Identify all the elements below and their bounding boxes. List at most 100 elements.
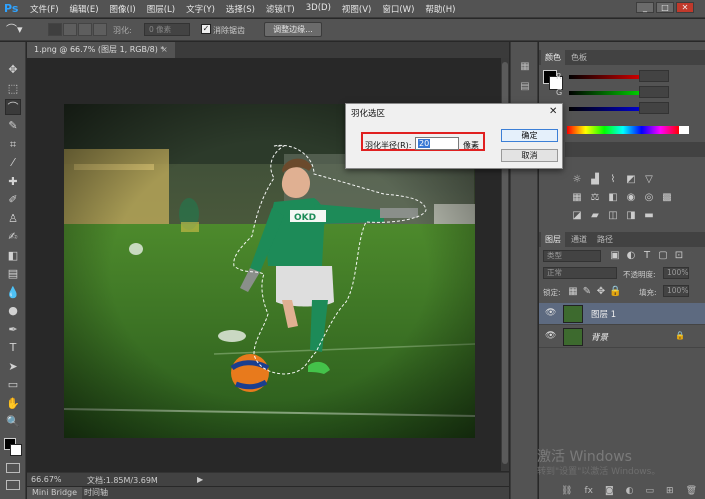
lock-transparency-icon[interactable]: ▦ — [567, 286, 579, 298]
brush-tool-icon[interactable]: ✐ — [5, 192, 21, 208]
red-value-field[interactable] — [639, 70, 669, 82]
close-window-button[interactable]: ✕ — [676, 2, 694, 13]
zoom-level[interactable]: 66.67% — [31, 475, 62, 484]
selective-color-icon[interactable]: ◨ — [625, 210, 637, 222]
color-balance-icon[interactable]: ⚖ — [589, 192, 601, 204]
filter-smart-icon[interactable]: ⊡ — [673, 250, 685, 262]
antialias-checkbox[interactable]: ✓ — [201, 24, 211, 34]
fill-field[interactable]: 100% — [663, 285, 689, 297]
refine-edge-button[interactable]: 调整边缘... — [264, 22, 322, 37]
menu-image[interactable]: 图像(I) — [110, 3, 136, 15]
hue-saturation-icon[interactable]: ▦ — [571, 192, 583, 204]
layer-row-layer1[interactable]: 👁 图层 1 — [539, 303, 705, 325]
pen-tool-icon[interactable]: ✒ — [5, 322, 21, 338]
filter-adjust-icon[interactable]: ◐ — [625, 250, 637, 262]
document-tab[interactable]: 1.png @ 66.7% (图层 1, RGB/8) * — [27, 42, 175, 58]
layer-kind-filter[interactable]: 类型 — [543, 250, 601, 262]
link-layers-icon[interactable]: ⛓ — [561, 486, 572, 496]
menu-3d[interactable]: 3D(D) — [306, 3, 331, 15]
invert-icon[interactable]: ◪ — [571, 210, 583, 222]
lock-all-icon[interactable]: 🔒 — [609, 286, 621, 298]
red-slider[interactable]: R — [556, 70, 669, 82]
tab-close-icon[interactable]: × — [161, 42, 168, 58]
eraser-tool-icon[interactable]: ◧ — [5, 248, 21, 264]
lasso-tool-icon[interactable]: ⌒ — [5, 99, 21, 115]
menu-select[interactable]: 选择(S) — [226, 3, 255, 15]
visibility-eye-icon[interactable]: 👁 — [545, 308, 556, 318]
subtract-selection-button[interactable] — [78, 23, 92, 36]
menu-edit[interactable]: 编辑(E) — [70, 3, 99, 15]
menu-file[interactable]: 文件(F) — [30, 3, 59, 15]
threshold-icon[interactable]: ◫ — [607, 210, 619, 222]
menu-help[interactable]: 帮助(H) — [425, 3, 455, 15]
tab-timeline[interactable]: 时间轴 — [79, 487, 113, 499]
ok-button[interactable]: 确定 — [501, 129, 558, 142]
intersect-selection-button[interactable] — [93, 23, 107, 36]
filter-shape-icon[interactable]: ▢ — [657, 250, 669, 262]
move-tool-icon[interactable]: ✥ — [5, 62, 21, 78]
layer-style-icon[interactable]: fx — [584, 486, 593, 496]
tab-color[interactable]: 颜色 — [541, 50, 565, 65]
channel-mixer-icon[interactable]: ◎ — [643, 192, 655, 204]
lock-pixels-icon[interactable]: ✎ — [581, 286, 593, 298]
blue-slider[interactable]: B — [556, 102, 669, 114]
type-tool-icon[interactable]: T — [5, 340, 21, 356]
blur-tool-icon[interactable]: 💧 — [5, 285, 21, 301]
menu-window[interactable]: 窗口(W) — [382, 3, 414, 15]
path-select-tool-icon[interactable]: ➤ — [5, 359, 21, 375]
new-adjustment-icon[interactable]: ◐ — [626, 486, 634, 496]
delete-layer-icon[interactable]: 🗑 — [686, 486, 697, 496]
blend-mode-select[interactable]: 正常 — [543, 267, 617, 279]
green-slider[interactable]: G — [556, 86, 669, 98]
new-layer-icon[interactable]: ⊞ — [666, 486, 674, 496]
dialog-close-icon[interactable]: ✕ — [549, 106, 557, 117]
cancel-button[interactable]: 取消 — [501, 149, 558, 162]
menu-layer[interactable]: 图层(L) — [147, 3, 175, 15]
lock-position-icon[interactable]: ✥ — [595, 286, 607, 298]
properties-panel-icon[interactable]: ▤ — [518, 80, 532, 94]
green-value-field[interactable] — [639, 86, 669, 98]
menu-filter[interactable]: 滤镜(T) — [266, 3, 295, 15]
menu-type[interactable]: 文字(Y) — [186, 3, 215, 15]
history-brush-icon[interactable]: ✍ — [5, 229, 21, 245]
opacity-field[interactable]: 100% — [663, 267, 689, 279]
color-lookup-icon[interactable]: ▩ — [661, 192, 673, 204]
vibrance-icon[interactable]: ▽ — [643, 174, 655, 186]
screen-mode-icon[interactable] — [6, 480, 20, 490]
photo-filter-icon[interactable]: ◉ — [625, 192, 637, 204]
tab-layers[interactable]: 图层 — [541, 232, 565, 247]
crop-tool-icon[interactable]: ⌗ — [5, 137, 21, 153]
marquee-tool-icon[interactable]: ⬚ — [5, 81, 21, 97]
color-spectrum[interactable] — [567, 126, 679, 134]
lasso-preset-icon[interactable]: ⌒▾ — [6, 22, 30, 37]
visibility-eye-icon[interactable]: 👁 — [545, 331, 556, 341]
levels-icon[interactable]: ▟ — [589, 174, 601, 186]
feather-radius-input[interactable]: 20 — [415, 137, 459, 150]
feather-input[interactable]: 0 像素 — [144, 23, 190, 36]
tab-paths[interactable]: 路径 — [593, 232, 617, 247]
new-selection-button[interactable] — [48, 23, 62, 36]
menu-view[interactable]: 视图(V) — [342, 3, 371, 15]
tab-channels[interactable]: 通道 — [567, 232, 591, 247]
dodge-tool-icon[interactable]: ● — [5, 303, 21, 319]
zoom-tool-icon[interactable]: 🔍 — [5, 414, 21, 430]
tab-mini-bridge[interactable]: Mini Bridge — [27, 487, 83, 499]
healing-tool-icon[interactable]: ✚ — [5, 174, 21, 190]
quick-mask-icon[interactable] — [6, 463, 20, 473]
quick-select-tool-icon[interactable]: ✎ — [5, 118, 21, 134]
layer-row-background[interactable]: 👁 背景 🔒 — [539, 326, 705, 348]
filter-pixel-icon[interactable]: ▣ — [609, 250, 621, 262]
exposure-icon[interactable]: ◩ — [625, 174, 637, 186]
add-selection-button[interactable] — [63, 23, 77, 36]
posterize-icon[interactable]: ▰ — [589, 210, 601, 222]
hand-tool-icon[interactable]: ✋ — [5, 396, 21, 412]
filter-type-icon[interactable]: T — [641, 250, 653, 262]
background-color-swatch[interactable] — [10, 444, 22, 456]
gradient-tool-icon[interactable]: ▤ — [5, 266, 21, 282]
eyedropper-tool-icon[interactable]: ⁄ — [5, 155, 21, 171]
curves-icon[interactable]: ⌇ — [607, 174, 619, 186]
maximize-button[interactable]: □ — [656, 2, 674, 13]
add-mask-icon[interactable]: ◙ — [605, 486, 614, 496]
gradient-map-icon[interactable]: ▬ — [643, 210, 655, 222]
tab-swatches[interactable]: 色板 — [567, 50, 591, 65]
